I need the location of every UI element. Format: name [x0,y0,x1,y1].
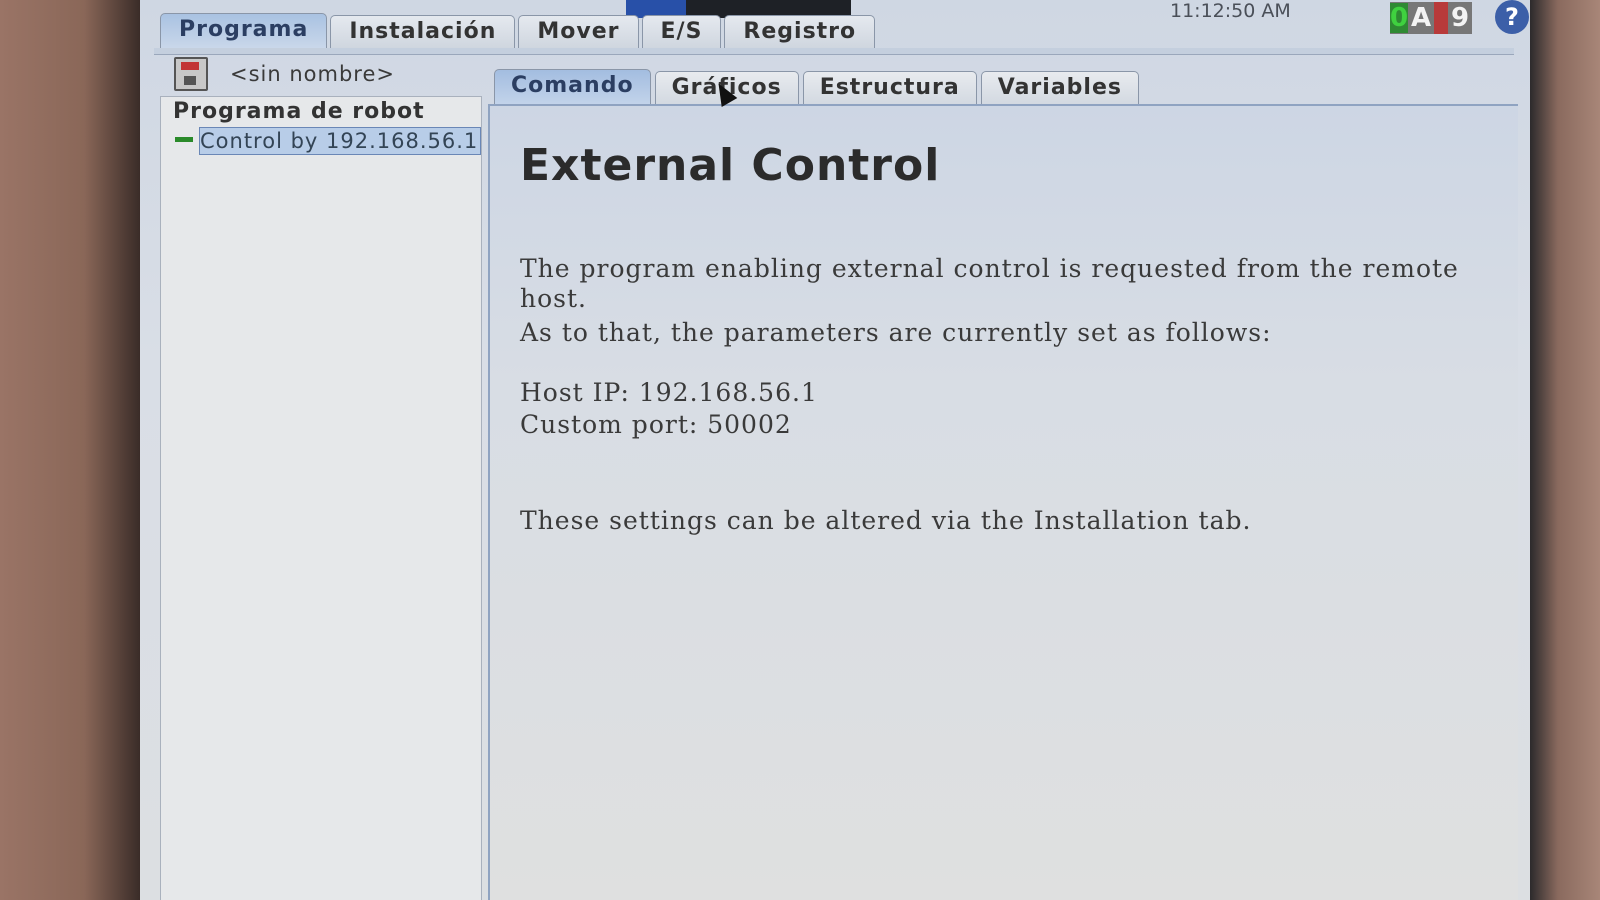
custom-port-value: Custom port: 50002 [520,410,792,439]
tree-root-node[interactable]: Programa de robot [173,99,425,124]
status-right: 9 [1450,3,1470,33]
sub-tabs: Comando Gráficos Estructura Variables [494,64,1143,104]
parameters-intro-text: As to that, the parameters are currently… [520,318,1272,347]
status-left: 0 [1390,3,1409,33]
help-icon[interactable]: ? [1495,0,1529,34]
monitor-bezel-right [1530,0,1600,900]
tab-variables[interactable]: Variables [980,71,1139,104]
command-panel: External Control The program enabling ex… [488,104,1518,900]
tab-programa[interactable]: Programa [160,13,328,48]
status-mid: A [1410,3,1432,33]
tab-es[interactable]: E/S [641,15,722,48]
settings-hint-text: These settings can be altered via the In… [520,506,1252,535]
robot-ui-screen: 11:12:50 AM 0 A 9 ? Programa Instalación… [140,0,1530,900]
file-row: <sin nombre> [174,56,395,92]
panel-title: External Control [520,140,941,191]
clock: 11:12:50 AM [1170,0,1291,22]
tab-comando[interactable]: Comando [494,69,651,104]
tab-estructura[interactable]: Estructura [802,71,977,104]
tab-instalacion[interactable]: Instalación [330,15,516,48]
tab-registro[interactable]: Registro [724,15,876,48]
save-icon[interactable] [174,57,208,91]
main-tabs: Programa Instalación Mover E/S Registro [160,13,878,48]
description-text: The program enabling external control is… [520,254,1459,313]
tab-mover[interactable]: Mover [518,15,639,48]
robot-status-badge[interactable]: 0 A 9 [1390,2,1472,34]
tree-item-external-control[interactable]: Control by 192.168.56.1 [199,127,481,155]
program-file-name: <sin nombre> [230,62,395,86]
monitor-bezel-left [0,0,140,900]
tab-strip [154,48,1514,55]
host-ip-value: Host IP: 192.168.56.1 [520,378,818,407]
tree-node-marker-icon [175,137,193,142]
program-tree: Programa de robot Control by 192.168.56.… [160,96,482,900]
status-red-indicator [1434,2,1448,34]
